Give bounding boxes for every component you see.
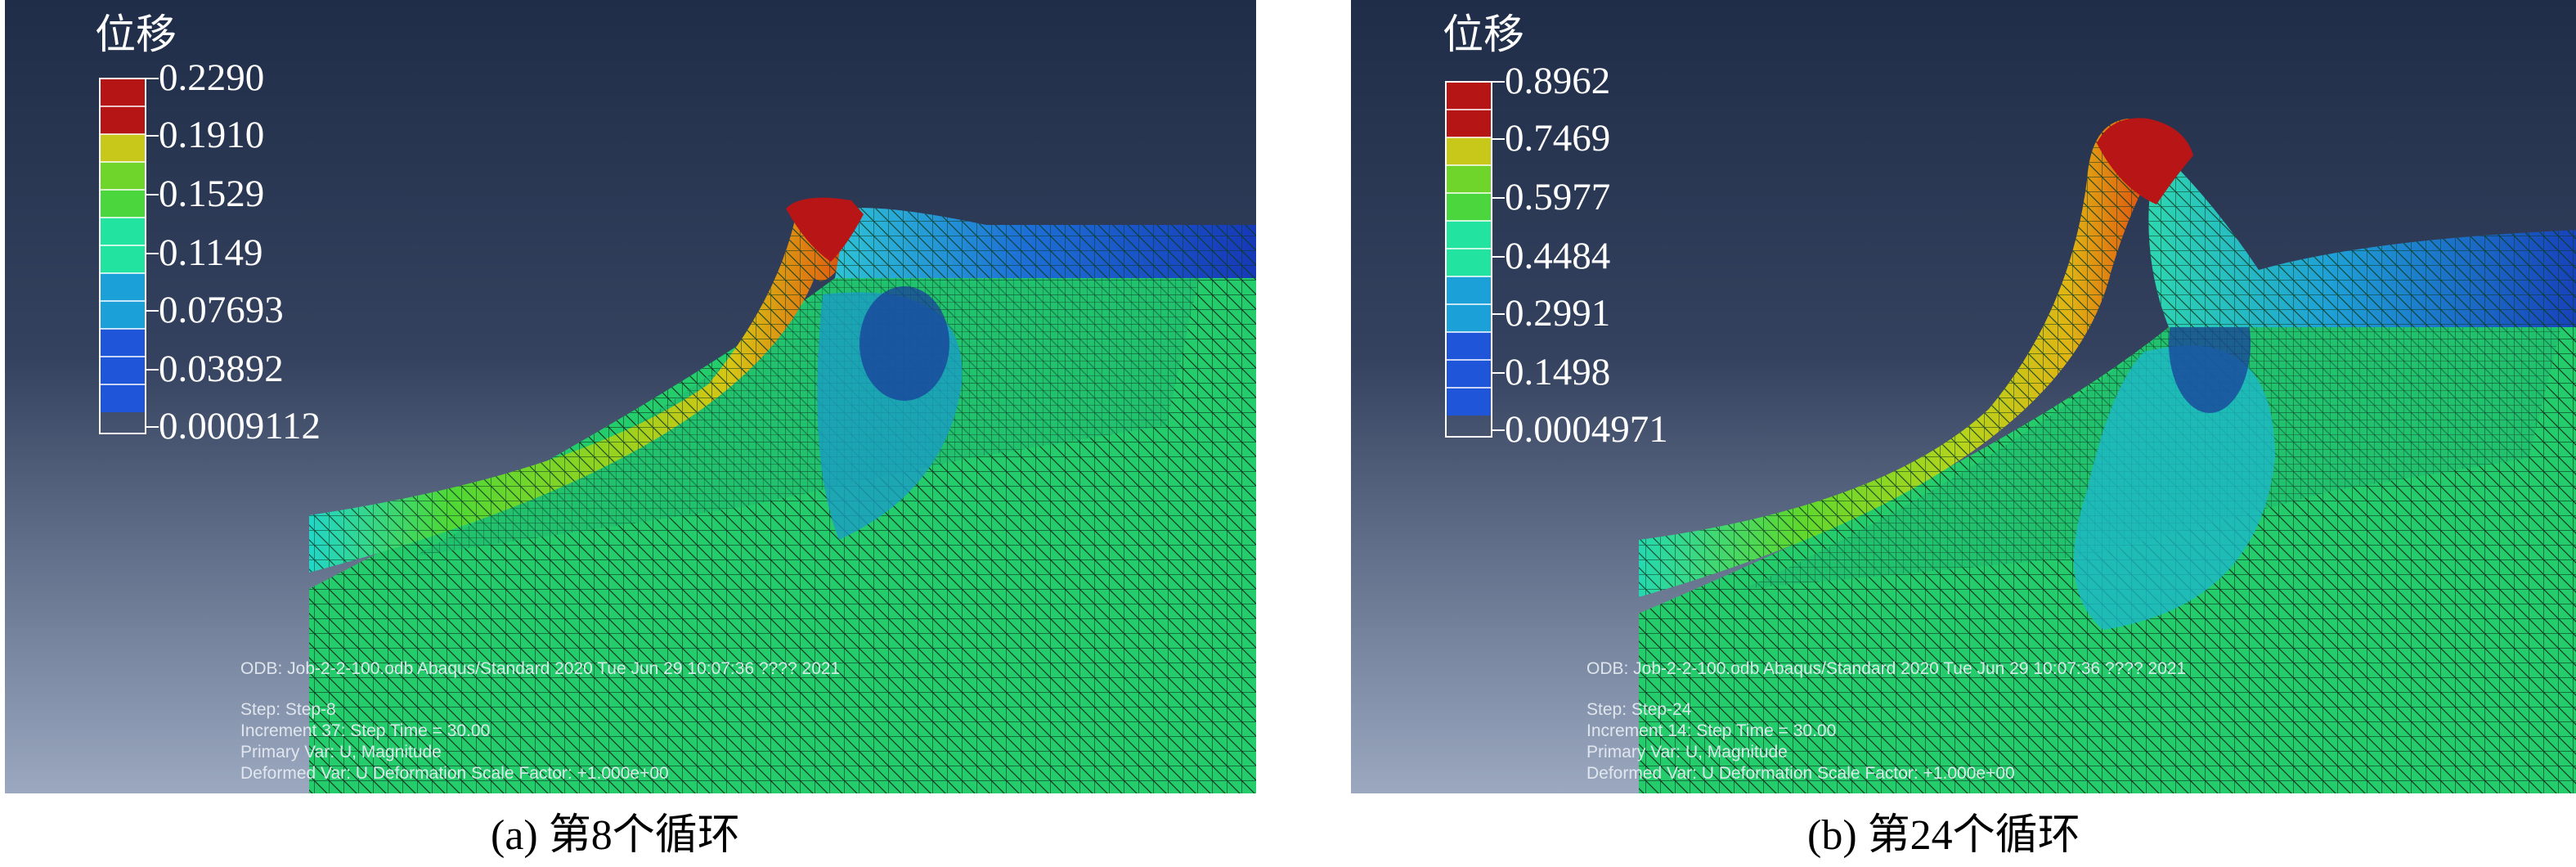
legend-value-4: 0.1149 bbox=[159, 231, 263, 274]
deformed-var-line: Deformed Var: U Deformation Scale Factor… bbox=[240, 764, 669, 783]
legend-value-6: 0.03892 bbox=[159, 348, 284, 390]
legend-title: 位移 bbox=[1443, 11, 1524, 58]
step-info-line: Step: Step-24 bbox=[1586, 700, 1692, 719]
legend-value-5: 0.2991 bbox=[1505, 292, 1611, 335]
legend-value-1: 0.2290 bbox=[159, 56, 265, 99]
legend-value-7: 0.0004971 bbox=[1505, 408, 1668, 451]
primary-var-line: Primary Var: U, Magnitude bbox=[1586, 743, 1788, 761]
legend-value-3: 0.1529 bbox=[159, 173, 265, 215]
legend-value-7: 0.0009112 bbox=[159, 405, 321, 447]
legend-value-1: 0.8962 bbox=[1505, 60, 1611, 102]
panel-cycle-24: 位移 0.8962 0.7469 0.5977 0.4484 0.2991 0.… bbox=[1351, 0, 2576, 793]
primary-var-line: Primary Var: U, Magnitude bbox=[240, 743, 442, 761]
legend-title: 位移 bbox=[95, 11, 177, 58]
odb-info-line: ODB: Job-2-2-100.odb Abaqus/Standard 202… bbox=[1586, 659, 2187, 678]
panel-cycle-8: 位移 0.2290 0.1910 0.1529 0.1149 0.07693 0… bbox=[5, 0, 1256, 793]
deformed-var-line: Deformed Var: U Deformation Scale Factor… bbox=[1586, 764, 2015, 783]
legend-value-3: 0.5977 bbox=[1505, 176, 1611, 218]
caption-cycle-8: (a) 第8个循环 bbox=[491, 812, 740, 859]
increment-info-line: Increment 14: Step Time = 30.00 bbox=[1586, 721, 1837, 740]
legend-value-2: 0.1910 bbox=[159, 114, 265, 156]
legend-value-4: 0.4484 bbox=[1505, 235, 1611, 277]
legend-value-5: 0.07693 bbox=[159, 289, 284, 331]
odb-info-line: ODB: Job-2-2-100.odb Abaqus/Standard 202… bbox=[240, 659, 841, 678]
caption-cycle-24: (b) 第24个循环 bbox=[1807, 812, 2080, 859]
step-info-line: Step: Step-8 bbox=[240, 700, 336, 719]
increment-info-line: Increment 37: Step Time = 30.00 bbox=[240, 721, 491, 740]
legend-value-2: 0.7469 bbox=[1505, 117, 1611, 159]
legend-value-6: 0.1498 bbox=[1505, 351, 1611, 393]
min-displacement-core bbox=[859, 286, 949, 401]
